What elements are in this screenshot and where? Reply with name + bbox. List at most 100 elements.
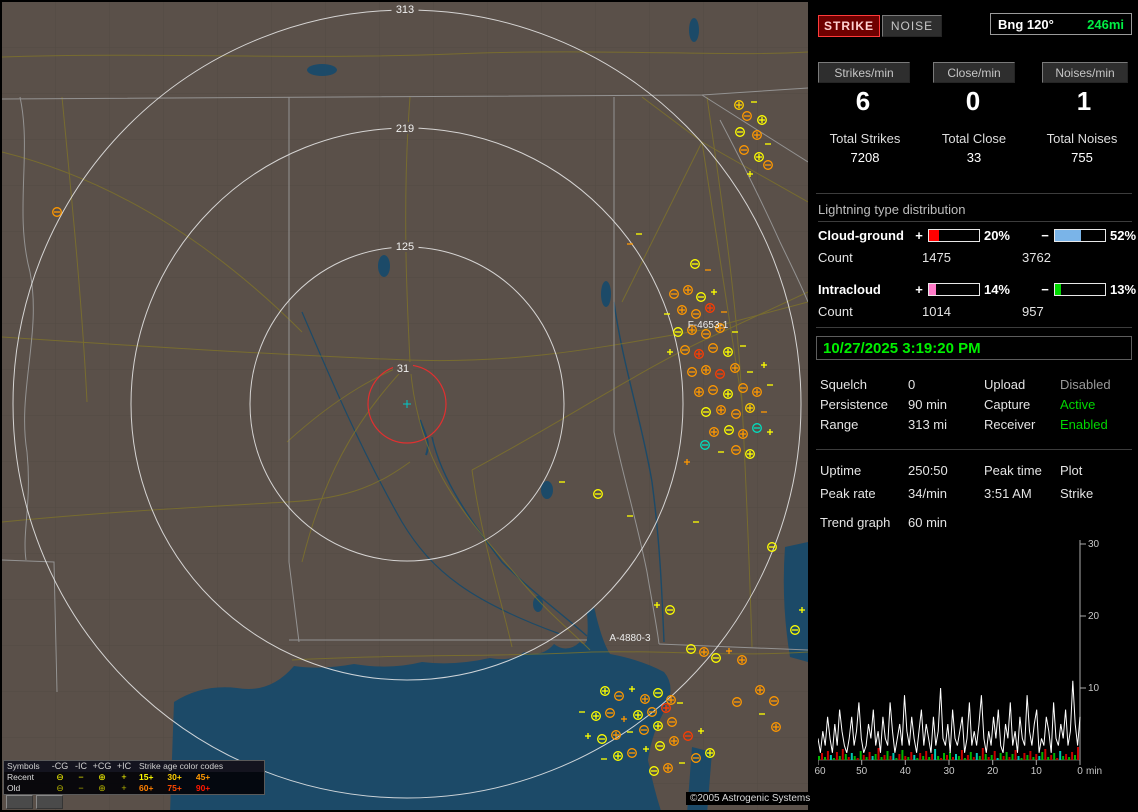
age-60: 60+	[139, 783, 154, 793]
cg-plus-count: 1475	[922, 250, 951, 265]
datetime-value: 10/27/2025 3:19:20 PM	[823, 339, 981, 357]
pos-cg-recent-icon: ⊕	[98, 772, 106, 782]
trend-graph-row: Trend graph 60 min	[820, 515, 1132, 532]
y-tick-20: 20	[1088, 611, 1100, 622]
ic-plus-pct: 14%	[983, 281, 1010, 297]
count-label: Count	[818, 304, 853, 319]
plot-value: Strike	[1060, 486, 1094, 501]
separator	[816, 327, 1132, 328]
total-noises-value: 755	[1071, 150, 1093, 165]
trend-rate-line	[817, 680, 1081, 753]
ic-minus-bar	[1054, 282, 1106, 296]
cg-minus-pct: 52%	[1109, 227, 1137, 243]
storm-cell-label: F-4653-1	[688, 320, 729, 331]
trend-graph-window: 60 min	[908, 515, 948, 530]
peak-rate-value: 34/min	[908, 486, 948, 501]
cg-plus-bar	[927, 228, 980, 242]
window-button-2[interactable]	[36, 795, 63, 809]
uptime-value: 250:50	[908, 463, 948, 478]
trend-graph-label: Trend graph	[820, 515, 891, 530]
age-45: 45+	[195, 772, 211, 782]
x-tick-60: 60	[814, 766, 826, 777]
bearing-readout: Bng 120° 246mi	[990, 13, 1132, 35]
uptime-label: Uptime	[820, 463, 862, 478]
cg-minus-bar	[1054, 228, 1106, 242]
storm-cell-label: A-4880-3	[609, 633, 651, 644]
lightning-detector-app: 313 219 125 31 F-4653-1 A-4880-3 Symbols -CG…	[0, 0, 1138, 812]
x-axis-unit: min	[1086, 766, 1103, 777]
legend-symbols-header: Symbols	[7, 761, 40, 771]
intracloud-label: Intracloud	[818, 281, 881, 297]
capture-label: Capture	[984, 397, 1031, 412]
symbols-legend: Symbols -CG -IC +CG +IC Strike age color…	[3, 760, 265, 795]
map-canvas[interactable]: 313 219 125 31 F-4653-1 A-4880-3	[1, 2, 809, 812]
total-noises-label: Total Noises	[1046, 131, 1118, 146]
legend-recent-label: Recent	[7, 772, 34, 782]
strike-mode-button[interactable]: STRIKE	[818, 15, 880, 37]
cloud-ground-row: Cloud-ground + 20% − 52%	[818, 227, 1137, 243]
status-row: Range 313 mi Receiver Enabled	[820, 417, 1132, 434]
legend-old-label: Old	[7, 783, 21, 793]
y-tick-10: 10	[1088, 683, 1100, 694]
squelch-value: 0	[908, 377, 916, 392]
age-75: 75+	[167, 783, 182, 793]
bearing-distance: 246mi	[1087, 16, 1124, 32]
cloud-ground-count-row: Count 1475 3762	[818, 250, 1136, 265]
pos-ic-recent-icon: +	[121, 772, 127, 782]
legend-age-header: Strike age color codes	[139, 761, 224, 771]
neg-ic-recent-icon: −	[78, 772, 84, 782]
ic-plus-bar	[927, 282, 980, 296]
noise-mode-button[interactable]: NOISE	[882, 15, 942, 37]
x-tick-40: 40	[899, 766, 911, 777]
plus-sign: +	[915, 227, 923, 243]
close-per-min-button[interactable]: Close/min	[933, 62, 1015, 83]
total-close-label: Total Close	[941, 131, 1007, 146]
svg-text:125: 125	[396, 241, 414, 253]
plus-sign: +	[915, 281, 923, 297]
total-strikes-label: Total Strikes	[829, 131, 901, 146]
svg-text:219: 219	[396, 123, 414, 135]
neg-ic-old-icon: −	[78, 783, 84, 793]
window-button-1[interactable]	[6, 795, 33, 809]
neg-cg-recent-icon: ⊖	[56, 772, 64, 782]
close-per-min-value: 0	[965, 86, 981, 116]
capture-status: Active	[1060, 397, 1096, 412]
legend-col-neg-cg: -CG	[51, 761, 69, 771]
map-area[interactable]: 313 219 125 31 F-4653-1 A-4880-3	[1, 2, 809, 812]
status-row: Squelch 0 Upload Disabled	[820, 377, 1132, 394]
distribution-title: Lightning type distribution	[818, 202, 1132, 222]
strikes-per-min-button[interactable]: Strikes/min	[818, 62, 910, 83]
status-row: Persistence 90 min Capture Active	[820, 397, 1132, 414]
receiver-label: Receiver	[984, 417, 1036, 432]
minus-sign: −	[1041, 227, 1049, 243]
squelch-label: Squelch	[820, 377, 867, 392]
status-panel: STRIKE NOISE Bng 120° 246mi Strikes/min …	[812, 0, 1138, 812]
age-90: 90+	[195, 783, 211, 793]
cg-minus-count: 3762	[1022, 250, 1051, 265]
legend-col-neg-ic: -IC	[75, 761, 87, 771]
peak-rate-row: Peak rate 34/min 3:51 AM Strike	[820, 486, 1132, 503]
cloud-ground-label: Cloud-ground	[818, 227, 904, 243]
strikes-per-min-value: 6	[855, 86, 871, 116]
total-strikes-value: 7208	[850, 150, 880, 165]
persistence-value: 90 min	[908, 397, 948, 412]
trend-graph: 30 20 10 60 50 40 30 20 10 0 min	[814, 538, 1136, 788]
x-tick-10: 10	[1030, 766, 1042, 777]
cg-plus-pct: 20%	[983, 227, 1010, 243]
x-tick-30: 30	[943, 766, 955, 777]
intracloud-count-row: Count 1014 957	[818, 304, 1136, 319]
upload-status: Disabled	[1060, 377, 1111, 392]
noises-per-min-button[interactable]: Noises/min	[1042, 62, 1128, 83]
peak-time-label: Peak time	[984, 463, 1042, 478]
copyright-text: ©2005 Astrogenic Systems	[686, 792, 815, 805]
age-30: 30+	[167, 772, 182, 782]
ic-minus-count: 957	[1022, 304, 1044, 319]
separator	[816, 193, 1132, 194]
pos-ic-old-icon: +	[121, 783, 127, 793]
persistence-label: Persistence	[820, 397, 888, 412]
range-label: Range	[820, 417, 859, 432]
ic-plus-count: 1014	[922, 304, 951, 319]
minus-sign: −	[1041, 281, 1049, 297]
range-value: 313 mi	[908, 417, 948, 432]
legend-col-pos-cg: +CG	[92, 761, 112, 771]
